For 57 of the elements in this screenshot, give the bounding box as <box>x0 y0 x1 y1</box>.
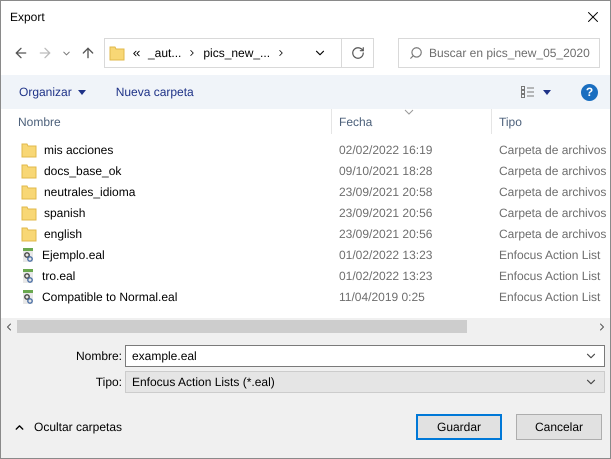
file-name[interactable]: Ejemplo.eal <box>42 248 105 262</box>
date-cell-text: 11/04/2019 0:25 <box>338 290 426 304</box>
folder-icon <box>21 184 37 200</box>
folder-icon <box>21 162 37 178</box>
organize-menu[interactable]: Organizar <box>19 85 86 99</box>
dialog-button[interactable]: Cancelar <box>516 414 602 440</box>
type-cell-text: Carpeta de archivos <box>498 184 608 198</box>
file-name[interactable]: docs_base_ok <box>44 164 122 178</box>
help-button[interactable]: ? <box>581 84 598 100</box>
date-cell-text: 09/10/2021 18:28 <box>338 164 434 178</box>
file-name[interactable]: mis acciones <box>44 142 114 156</box>
type-cell-text: Carpeta de archivos <box>498 226 608 240</box>
file-name[interactable]: neutrales_idioma <box>44 184 136 198</box>
date-cell-text: 23/09/2021 20:56 <box>338 226 434 240</box>
address-bar[interactable]: _aut... pics_new_... <box>104 38 374 68</box>
type-cell-text: Enfocus Action List <box>498 268 602 282</box>
breadcrumb[interactable]: _aut... <box>148 46 182 60</box>
type-cell-text: Carpeta de archivos <box>498 164 608 178</box>
type-cell-text: Enfocus Action List <box>498 290 602 304</box>
file-name-field[interactable]: example.eal <box>132 349 584 363</box>
folder-icon <box>21 204 37 220</box>
date-cell-text: 23/09/2021 20:56 <box>338 206 434 220</box>
search-icon <box>409 46 423 60</box>
column-header[interactable]: Fecha <box>332 109 492 134</box>
date-cell-text: 01/02/2022 13:23 <box>338 268 434 282</box>
type-cell-text: Enfocus Action List <box>498 248 602 262</box>
type-cell-text: Carpeta de archivos <box>498 142 608 156</box>
file-name[interactable]: Compatible to Normal.eal <box>42 290 178 304</box>
file-name[interactable]: english <box>44 226 82 240</box>
date-cell-text: 01/02/2022 13:23 <box>338 248 434 262</box>
caret-icon <box>78 90 86 94</box>
hide-folders-toggle[interactable]: Ocultar carpetas <box>13 420 122 434</box>
horizontal-scrollbar[interactable] <box>1 318 610 335</box>
date-cell-text: 23/09/2021 20:58 <box>338 184 434 198</box>
file-name-combo[interactable]: example.eal <box>125 345 605 367</box>
file-name[interactable]: tro.eal <box>42 268 76 282</box>
script-file-icon <box>21 268 35 284</box>
refresh-icon[interactable] <box>350 46 364 60</box>
column-header[interactable]: Tipo <box>492 109 610 134</box>
type-cell-text: Carpeta de archivos <box>498 206 608 220</box>
dialog-button[interactable]: Guardar <box>416 414 502 440</box>
breadcrumb[interactable]: pics_new_... <box>203 46 270 60</box>
date-cell-text: 02/02/2022 16:19 <box>338 142 434 156</box>
field-label: Tipo: <box>94 375 123 389</box>
search-box[interactable]: Buscar en pics_new_05_2020 <box>398 38 600 68</box>
folder-icon <box>109 45 125 61</box>
file-name[interactable]: spanish <box>44 206 86 220</box>
field-label: Nombre: <box>74 349 123 363</box>
overflow-chevrons-icon <box>131 48 142 58</box>
script-file-icon <box>21 246 35 262</box>
folder-icon <box>21 226 37 242</box>
folder-icon <box>21 142 37 158</box>
view-options-icon[interactable] <box>521 86 551 98</box>
column-header[interactable]: Nombre <box>1 109 332 134</box>
window-title: Export <box>10 10 45 24</box>
new-folder-button[interactable]: Nueva carpeta <box>116 85 194 99</box>
script-file-icon <box>21 288 35 304</box>
